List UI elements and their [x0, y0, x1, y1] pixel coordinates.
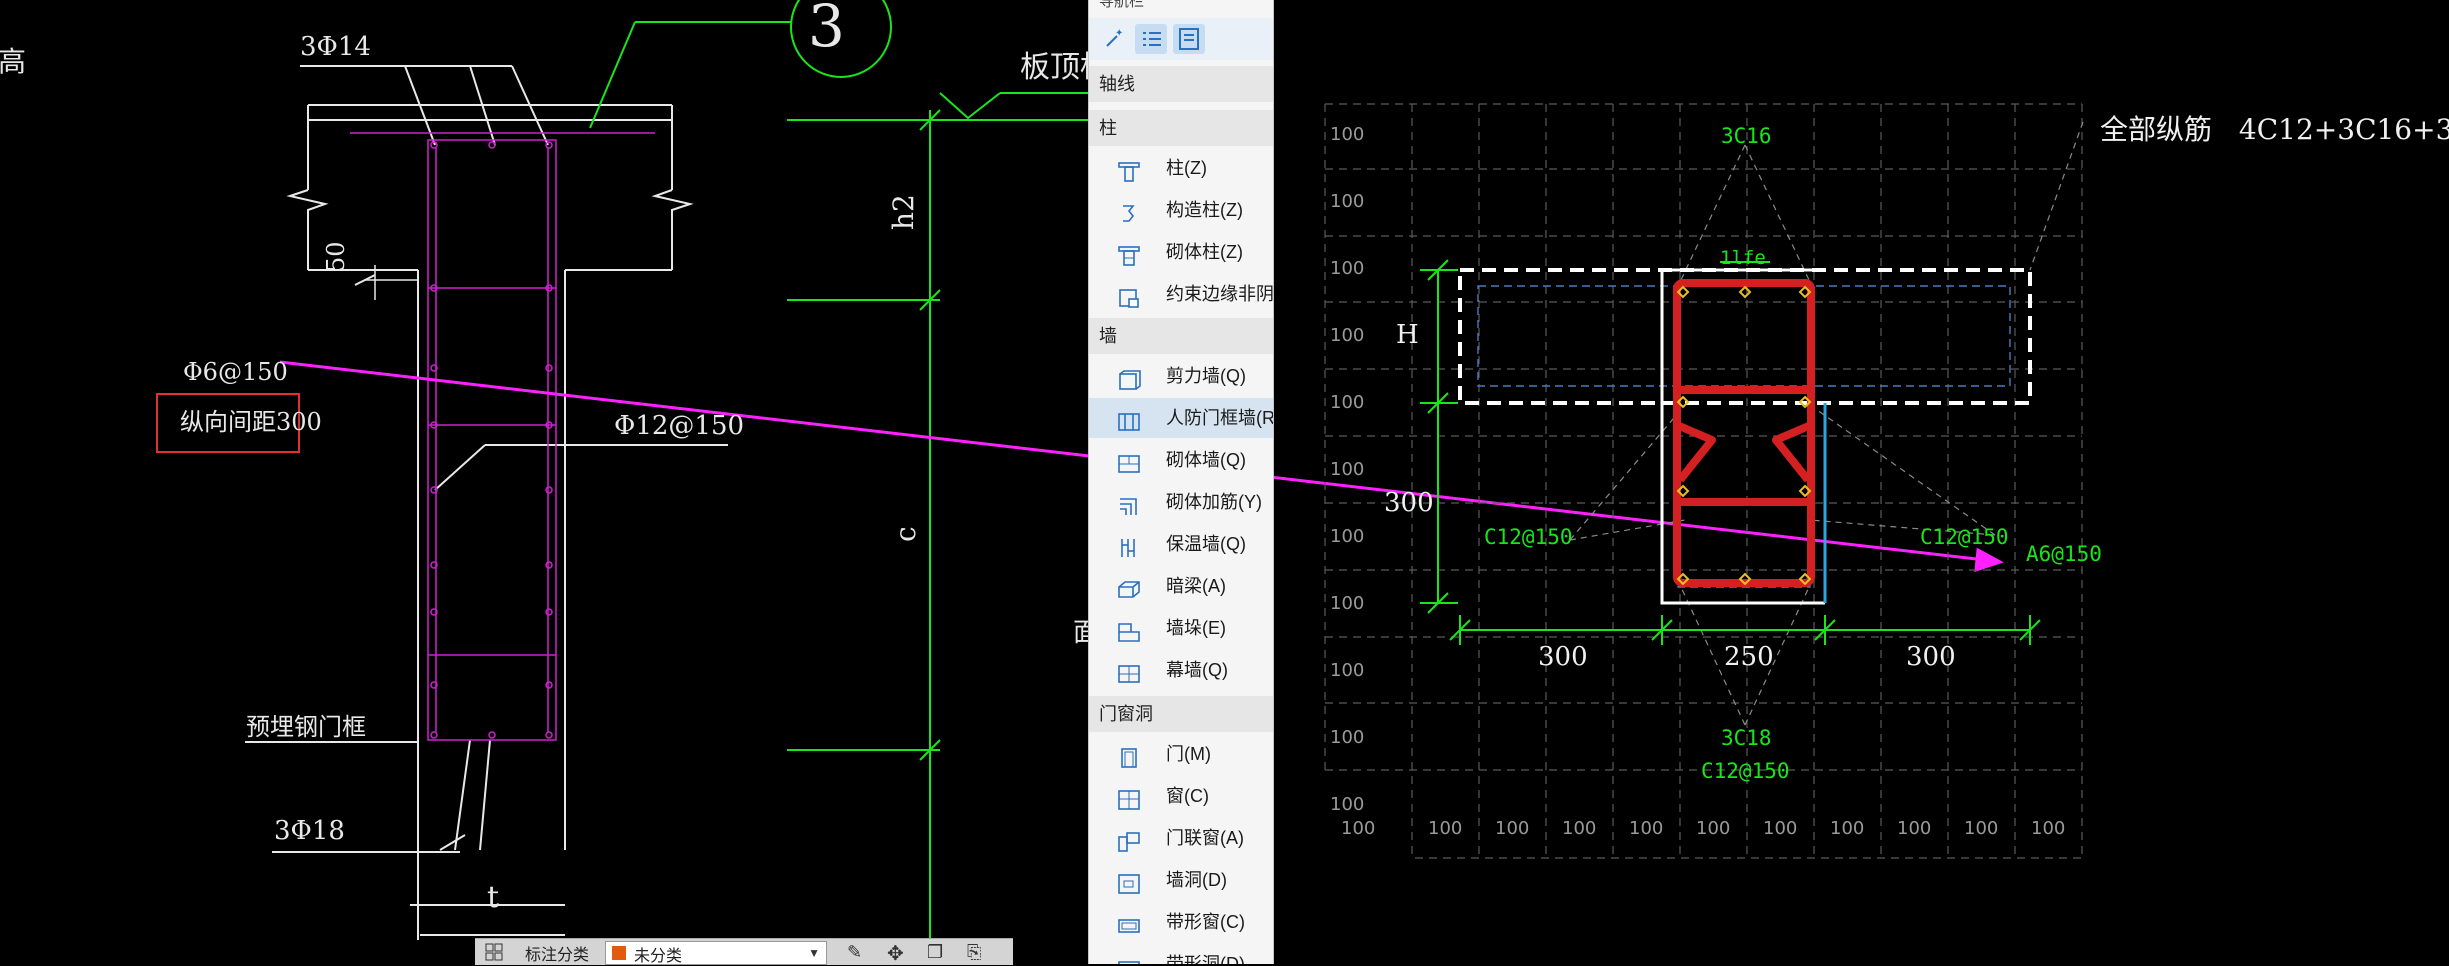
- dim-c: c: [889, 526, 922, 542]
- nav-item-label: 窗(C): [1166, 786, 1209, 806]
- nav-item-edge-member[interactable]: 约束边缘非阴: [1089, 274, 1273, 314]
- delete-annotation-icon[interactable]: ⎘: [967, 942, 981, 963]
- svg-text:✦: ✦: [1115, 28, 1123, 39]
- nav-item-civil-defense-door-wall[interactable]: 人防门框墙(R: [1089, 398, 1273, 438]
- nav-item-window[interactable]: 窗(C): [1089, 776, 1273, 816]
- nav-item-shear-wall[interactable]: 剪力墙(Q): [1089, 356, 1273, 396]
- annotation-category-icon[interactable]: [485, 943, 503, 961]
- nav-item-label: 幕墙(Q): [1166, 660, 1228, 680]
- nav-item-wall-opening[interactable]: 墙洞(D): [1089, 860, 1273, 900]
- nav-item-label: 柱(Z): [1166, 158, 1207, 178]
- list-view-icon[interactable]: [1135, 24, 1167, 54]
- nav-item-label: 约束边缘非阴: [1166, 284, 1274, 304]
- nav-item-label: 保温墙(Q): [1166, 534, 1246, 554]
- nav-panel-toolbar: ✦: [1089, 18, 1273, 60]
- hidden-beam-icon: [1117, 575, 1141, 598]
- nav-item-label: 砌体柱(Z): [1166, 242, 1243, 262]
- annotation-category-select[interactable]: 未分类 ▼: [605, 941, 827, 965]
- nav-item-label: 剪力墙(Q): [1166, 366, 1246, 386]
- embedded-frame-label: 预埋钢门框: [246, 713, 366, 741]
- window-icon: [1117, 785, 1141, 810]
- navigation-panel: 导航栏 ✦ 轴线 柱 柱(Z) 构造柱(Z) 砌体柱(Z) 约束边缘非阴 墙 剪…: [1088, 0, 1274, 964]
- nav-item-insulation-wall[interactable]: 保温墙(Q): [1089, 524, 1273, 564]
- nav-item-label: 砌体加筋(Y): [1166, 492, 1262, 512]
- nav-item-curtain-wall[interactable]: 幕墙(Q): [1089, 650, 1273, 690]
- annotation-category-label: 标注分类: [525, 947, 590, 964]
- category-select-value: 未分类: [634, 948, 683, 965]
- stirrup-label: Φ6@150: [183, 358, 288, 386]
- nav-panel-title: 导航栏: [1099, 0, 1145, 10]
- nav-item-label: 暗梁(A): [1166, 576, 1226, 596]
- category-color-swatch: [612, 946, 626, 960]
- door-window-icon: [1117, 827, 1141, 852]
- nav-item-label: 带形洞(D): [1166, 954, 1245, 964]
- civil-defense-door-wall-icon: [1117, 407, 1141, 431]
- dim-50: 50: [322, 241, 350, 272]
- strip-window-icon: [1117, 911, 1141, 933]
- nav-item-strip-opening[interactable]: 带形洞(D): [1089, 944, 1273, 964]
- edit-annotation-icon[interactable]: ✎: [847, 942, 862, 963]
- dim-t: t: [487, 880, 500, 915]
- nav-item-label: 墙洞(D): [1166, 870, 1227, 890]
- insulation-wall-icon: [1117, 533, 1141, 557]
- masonry-wall-icon: [1117, 449, 1141, 473]
- dim-h2: h2: [887, 194, 920, 230]
- nav-item-label: 构造柱(Z): [1166, 200, 1243, 220]
- nav-item-hidden-beam[interactable]: 暗梁(A): [1089, 566, 1273, 606]
- nav-item-label: 带形窗(C): [1166, 912, 1245, 932]
- nav-item-label: 砌体墙(Q): [1166, 450, 1246, 470]
- bottom-rebar-label: 3Φ18: [274, 816, 345, 846]
- nav-item-label: 人防门框墙(R: [1166, 408, 1274, 428]
- masonry-column-icon: [1117, 241, 1141, 266]
- wall-opening-icon: [1117, 869, 1141, 894]
- nav-section-column[interactable]: 柱: [1089, 110, 1273, 146]
- chevron-down-icon: ▼: [808, 946, 820, 960]
- partial-label-left: 高: [0, 45, 27, 78]
- side-rebar-label: Φ12@150: [614, 411, 745, 441]
- nav-section-openings[interactable]: 门窗洞: [1089, 696, 1273, 732]
- nav-section-axis[interactable]: 轴线: [1089, 66, 1273, 102]
- move-annotation-icon[interactable]: ✥: [887, 941, 904, 966]
- nav-item-column[interactable]: 柱(Z): [1089, 148, 1273, 188]
- edge-member-icon: [1117, 283, 1141, 308]
- strip-opening-icon: [1117, 953, 1141, 964]
- door-icon: [1117, 743, 1141, 768]
- nav-item-masonry-reinforcement[interactable]: 砌体加筋(Y): [1089, 482, 1273, 522]
- nav-item-door[interactable]: 门(M): [1089, 734, 1273, 774]
- masonry-reinforcement-icon: [1117, 491, 1141, 515]
- nav-section-wall[interactable]: 墙: [1089, 318, 1273, 354]
- shear-wall-icon: [1117, 365, 1141, 390]
- wall-pier-icon: [1117, 617, 1141, 642]
- nav-item-masonry-column[interactable]: 砌体柱(Z): [1089, 232, 1273, 272]
- nav-item-door-window[interactable]: 门联窗(A): [1089, 818, 1273, 858]
- constructional-column-icon: [1117, 199, 1141, 222]
- nav-item-masonry-wall[interactable]: 砌体墙(Q): [1089, 440, 1273, 480]
- curtain-wall-icon: [1117, 659, 1141, 683]
- detail-view-icon[interactable]: [1173, 24, 1205, 54]
- nav-item-label: 门(M): [1166, 744, 1211, 764]
- annotation-toolbar: 标注分类 未分类 ▼ ✎ ✥ ❐ ⎘: [475, 938, 1013, 965]
- nav-item-wall-pier[interactable]: 墙垛(E): [1089, 608, 1273, 648]
- nav-item-strip-window[interactable]: 带形窗(C): [1089, 902, 1273, 942]
- magic-wand-icon[interactable]: ✦: [1097, 24, 1129, 54]
- vertical-spacing-note: 纵向间距300: [180, 408, 322, 436]
- nav-item-label: 墙垛(E): [1166, 618, 1226, 638]
- detail-number: 3: [808, 0, 845, 60]
- nav-item-label: 门联窗(A): [1166, 828, 1244, 848]
- copy-annotation-icon[interactable]: ❐: [927, 942, 943, 963]
- top-rebar-label: 3Φ14: [300, 32, 371, 62]
- column-icon: [1117, 157, 1141, 182]
- nav-item-constructional-column[interactable]: 构造柱(Z): [1089, 190, 1273, 230]
